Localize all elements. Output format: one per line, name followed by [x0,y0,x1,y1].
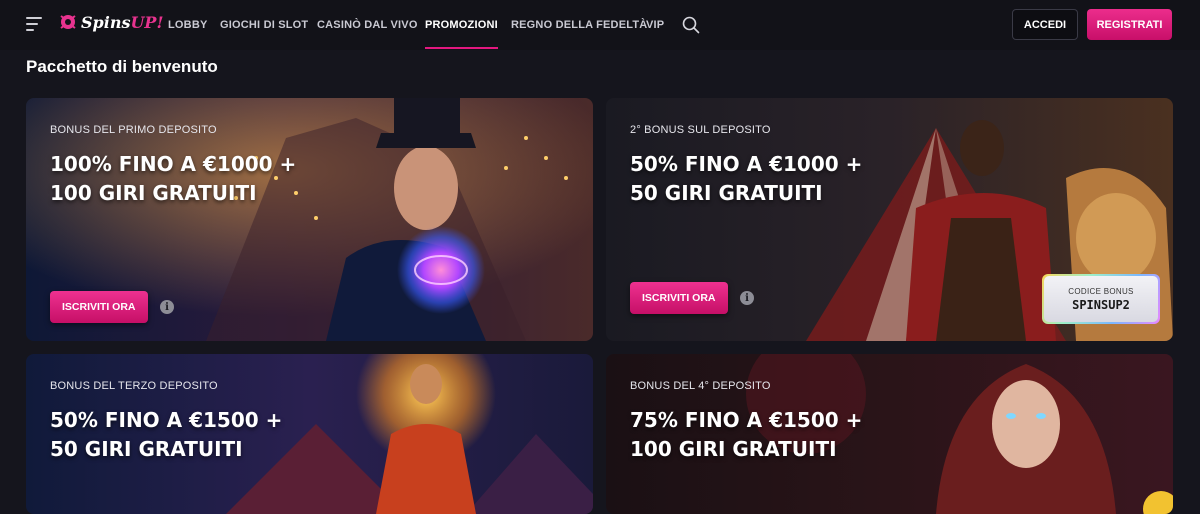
bonus-label: BONUS DEL TERZO DEPOSITO [50,380,218,392]
page-title: Pacchetto di benvenuto [26,57,218,76]
spinsup-logo[interactable]: SpinsUP! [57,11,163,33]
login-button[interactable]: ACCEDI [1012,9,1078,40]
menu-icon[interactable] [26,17,42,31]
bonus-code-box[interactable]: CODICE BONUS SPINSUP2 [1042,274,1160,324]
nav-item-promotions[interactable]: PROMOZIONI [425,0,498,50]
register-button[interactable]: REGISTRATI [1087,9,1172,40]
logo-text: SpinsUP! [81,12,164,32]
bonus-headline: 100% FINO A €1000 + 100 GIRI GRATUITI [50,152,297,205]
bonus-code-value: SPINSUP2 [1072,297,1130,312]
nav-item-slot-games[interactable]: GIOCHI DI SLOT [220,0,308,50]
info-icon[interactable]: i [740,291,754,305]
nav-item-vip[interactable]: VIP [646,0,664,50]
bonus-label: BONUS DEL 4° DEPOSITO [630,380,771,392]
bonus-card-1: BONUS DEL PRIMO DEPOSITO 100% FINO A €10… [26,98,593,341]
info-icon[interactable]: i [160,300,174,314]
nav-item-lobby[interactable]: LOBBY [168,0,208,50]
bonus-label: BONUS DEL PRIMO DEPOSITO [50,124,217,136]
bonus-code-label: CODICE BONUS [1068,286,1134,296]
search-icon[interactable] [682,16,700,34]
top-navigation-bar: SpinsUP! LOBBY GIOCHI DI SLOT CASINÒ DAL… [0,0,1200,50]
bonus-headline: 75% FINO A €1500 + 100 GIRI GRATUITI [630,408,863,461]
signup-button[interactable]: ISCRIVITI ORA [630,282,728,314]
nav-item-live-casino[interactable]: CASINÒ DAL VIVO [317,0,418,50]
signup-button[interactable]: ISCRIVITI ORA [50,291,148,323]
bonus-card-2: 2° BONUS SUL DEPOSITO 50% FINO A €1000 +… [606,98,1173,341]
bonus-label: 2° BONUS SUL DEPOSITO [630,124,771,136]
nav-item-loyalty[interactable]: REGNO DELLA FEDELTÀ [511,0,647,50]
bonus-headline: 50% FINO A €1500 + 50 GIRI GRATUITI [50,408,283,461]
bonus-card-3: BONUS DEL TERZO DEPOSITO 50% FINO A €150… [26,354,593,514]
bonus-card-4: BONUS DEL 4° DEPOSITO 75% FINO A €1500 +… [606,354,1173,514]
logo-mark-icon [60,15,76,29]
bonus-headline: 50% FINO A €1000 + 50 GIRI GRATUITI [630,152,863,205]
